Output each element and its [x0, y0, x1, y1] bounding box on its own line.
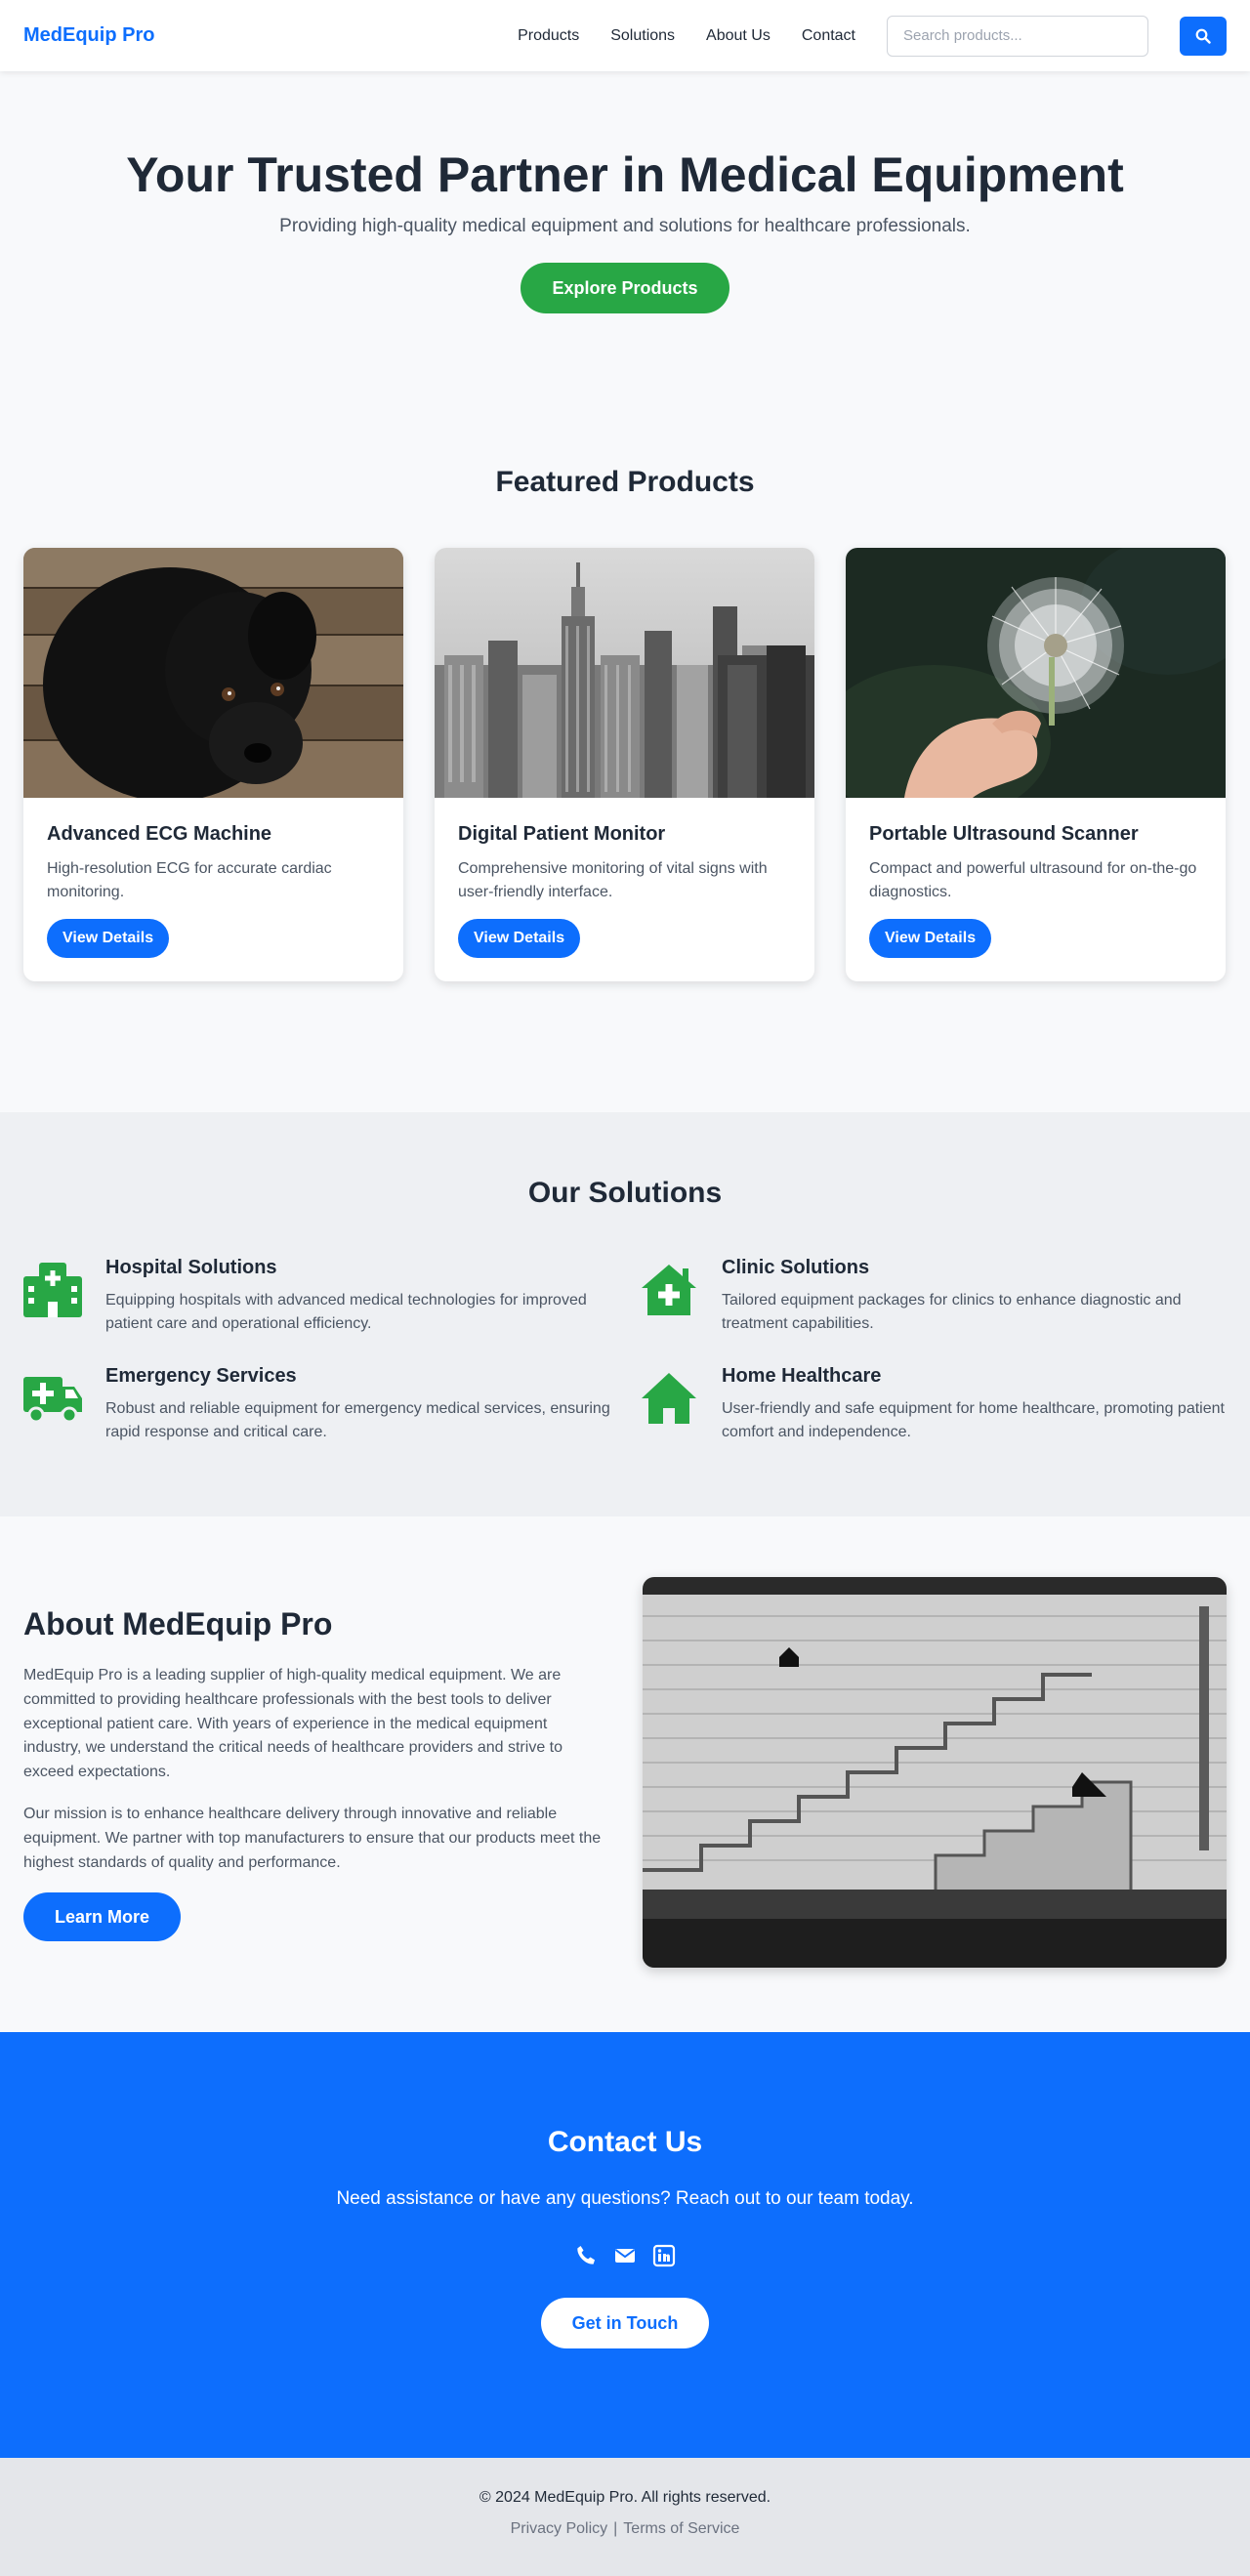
product-card: Portable Ultrasound Scanner Compact and … [846, 548, 1226, 981]
envelope-icon[interactable] [612, 2243, 638, 2268]
view-details-button[interactable]: View Details [458, 919, 581, 958]
product-description: High-resolution ECG for accurate cardiac… [47, 860, 332, 900]
about-paragraph-1: MedEquip Pro is a leading supplier of hi… [23, 1667, 562, 1781]
solutions-section: Our Solutions Hospital Solutions Equippi… [0, 1112, 1250, 1517]
nav-links: Products Solutions About Us Contact [518, 27, 855, 45]
footer-links: Privacy Policy | Terms of Service [0, 2520, 1250, 2538]
hospital-icon [23, 1263, 82, 1317]
product-image-puppy [23, 548, 403, 798]
contact-icons [0, 2243, 1250, 2268]
about-section: About MedEquip Pro MedEquip Pro is a lea… [0, 1517, 1250, 2032]
hero-title: Your Trusted Partner in Medical Equipmen… [126, 147, 1124, 202]
featured-products-section: Featured Products Advanced ECG Machine H… [0, 397, 1250, 1112]
footer: © 2024 MedEquip Pro. All rights reserved… [0, 2458, 1250, 2576]
explore-products-button[interactable]: Explore Products [521, 263, 729, 313]
solution-description: User-friendly and safe equipment for hom… [722, 1400, 1225, 1440]
solution-title: Hospital Solutions [105, 1257, 277, 1278]
get-in-touch-button[interactable]: Get in Touch [540, 2298, 710, 2348]
clinic-house-medical-icon [642, 1265, 696, 1315]
nav-link-solutions[interactable]: Solutions [610, 27, 675, 45]
contact-text: Need assistance or have any questions? R… [336, 2188, 914, 2209]
solution-item: Clinic Solutions Tailored equipment pack… [640, 1257, 1227, 1336]
solution-description: Equipping hospitals with advanced medica… [105, 1292, 587, 1332]
top-navbar: MedEquip Pro Products Solutions About Us… [0, 0, 1250, 71]
terms-of-service-link[interactable]: Terms of Service [623, 2520, 739, 2537]
product-card: Digital Patient Monitor Comprehensive mo… [435, 548, 814, 981]
solutions-grid: Hospital Solutions Equipping hospitals w… [23, 1257, 1227, 1444]
solution-item: Emergency Services Robust and reliable e… [23, 1365, 610, 1444]
phone-icon[interactable] [573, 2243, 599, 2268]
footer-separator: | [613, 2520, 618, 2537]
copyright-text: © 2024 MedEquip Pro. All rights reserved… [479, 2489, 771, 2506]
learn-more-button[interactable]: Learn More [23, 1892, 182, 1942]
stone-stairs-image [643, 1577, 1227, 1968]
solution-description: Tailored equipment packages for clinics … [722, 1292, 1182, 1332]
solution-title: Home Healthcare [722, 1365, 882, 1387]
product-description: Comprehensive monitoring of vital signs … [458, 860, 768, 900]
nav-link-products[interactable]: Products [518, 27, 579, 45]
solution-title: Emergency Services [105, 1365, 297, 1387]
hero-subtitle: Providing high-quality medical equipment… [279, 216, 971, 236]
nav-link-contact[interactable]: Contact [802, 27, 855, 45]
home-icon [642, 1373, 696, 1424]
solutions-title: Our Solutions [527, 1177, 723, 1209]
search-icon [1195, 28, 1211, 44]
nav-link-about-us[interactable]: About Us [706, 27, 771, 45]
featured-title: Featured Products [495, 466, 755, 498]
product-title: Portable Ultrasound Scanner [869, 823, 1139, 845]
view-details-button[interactable]: View Details [869, 919, 992, 958]
product-image-dandelion [846, 548, 1226, 798]
solution-item: Hospital Solutions Equipping hospitals w… [23, 1257, 610, 1336]
contact-title: Contact Us [547, 2126, 703, 2158]
about-title: About MedEquip Pro [23, 1606, 333, 1641]
solution-item: Home Healthcare User-friendly and safe e… [640, 1365, 1227, 1444]
search-input[interactable] [887, 15, 1148, 57]
product-card: Advanced ECG Machine High-resolution ECG… [23, 548, 403, 981]
ambulance-icon [23, 1377, 82, 1424]
linkedin-icon[interactable] [651, 2243, 677, 2268]
search-form [887, 15, 1227, 57]
product-image-city [435, 548, 814, 798]
view-details-button[interactable]: View Details [47, 919, 170, 958]
search-button[interactable] [1180, 16, 1227, 56]
about-image [643, 1577, 1227, 1968]
product-title: Advanced ECG Machine [47, 823, 272, 845]
privacy-policy-link[interactable]: Privacy Policy [511, 2520, 608, 2537]
product-description: Compact and powerful ultrasound for on-t… [869, 860, 1197, 900]
contact-section: Contact Us Need assistance or have any q… [0, 2032, 1250, 2458]
solution-title: Clinic Solutions [722, 1257, 870, 1278]
solution-description: Robust and reliable equipment for emerge… [105, 1400, 610, 1440]
product-title: Digital Patient Monitor [458, 823, 666, 845]
site-logo[interactable]: MedEquip Pro [23, 24, 154, 47]
about-paragraph-2: Our mission is to enhance healthcare del… [23, 1805, 602, 1871]
hero-section: Your Trusted Partner in Medical Equipmen… [0, 71, 1250, 397]
product-card-list: Advanced ECG Machine High-resolution ECG… [23, 548, 1227, 981]
